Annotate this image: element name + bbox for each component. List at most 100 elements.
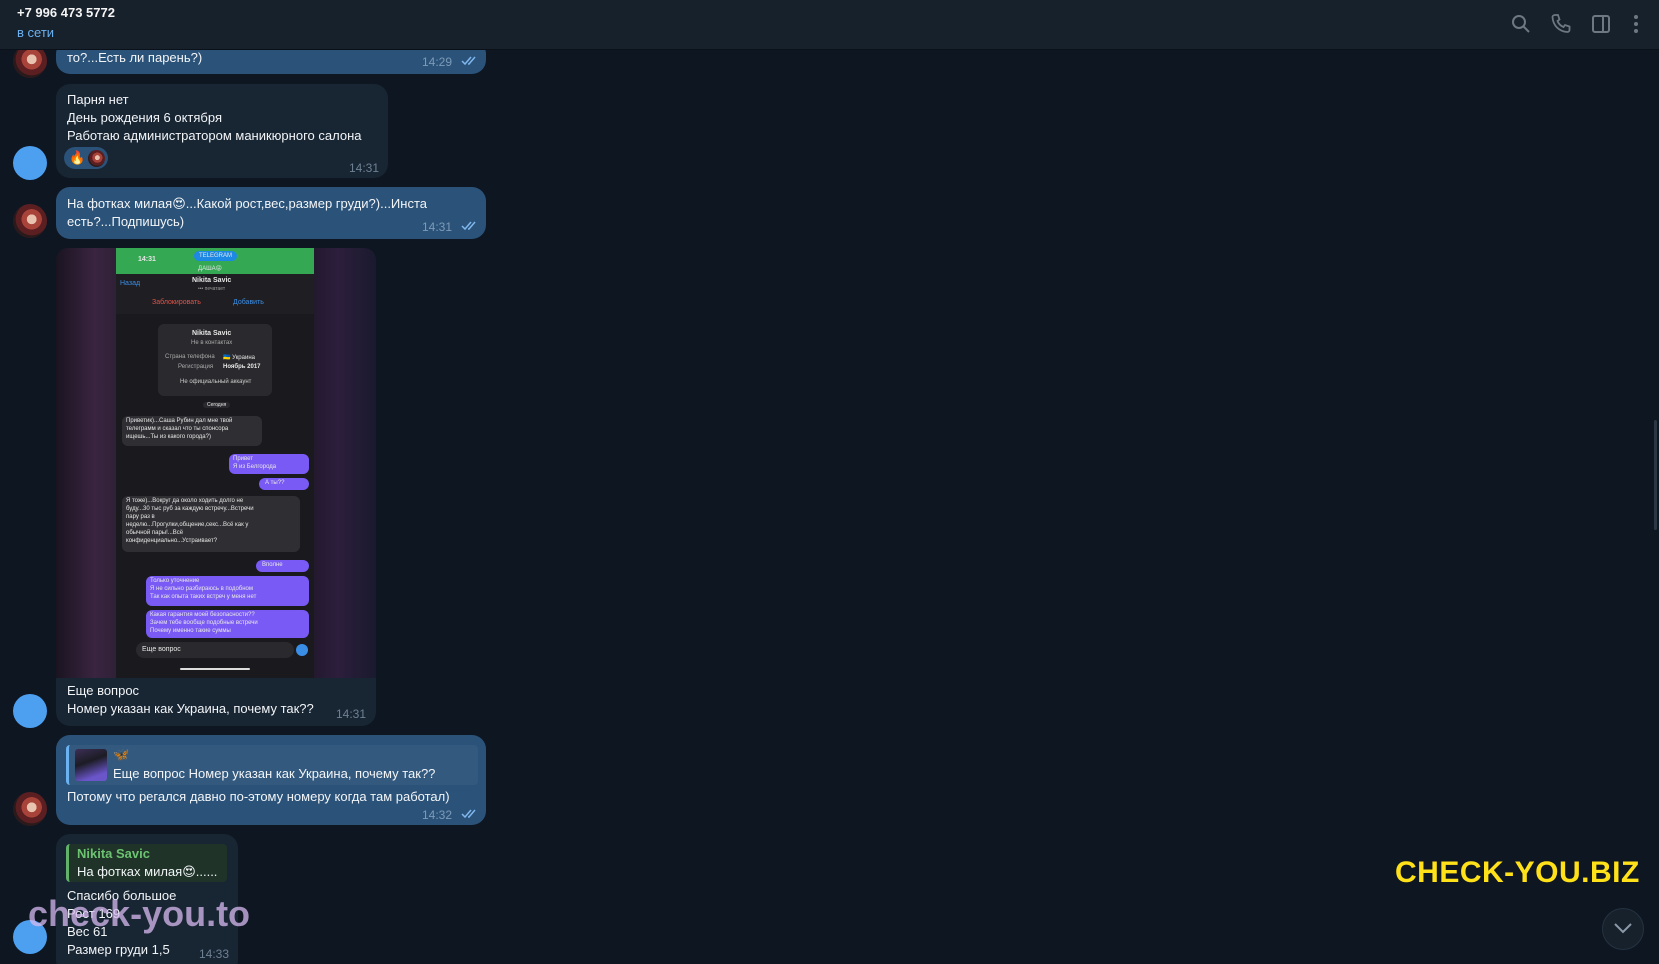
bubble-line: Какая гарантия моей безопасности?? <box>150 612 255 618</box>
bubble-line: Так как опыта таких встреч у меня нет <box>150 594 257 600</box>
phone-time: 14:31 <box>138 256 156 263</box>
sidebar-toggle-icon[interactable] <box>1589 12 1613 36</box>
message-bubble[interactable]: На фотках милая😍...Какой рост,вес,размер… <box>56 187 486 239</box>
bubble-line: Зачем тебе вообще подобные встречи <box>150 620 258 626</box>
phone-bubble-out: Только уточнение Я не сильно разбираюсь … <box>146 576 309 606</box>
message-list[interactable]: то?...Есть ли парень?) 14:29 Парня нет Д… <box>0 50 1659 964</box>
message-bubble[interactable]: то?...Есть ли парень?) 14:29 <box>56 50 486 74</box>
watermark-left: check-you.to <box>28 893 251 934</box>
message-bubble[interactable]: 🦋 Еще вопрос Номер указан как Украина, п… <box>56 735 486 825</box>
read-checks-icon <box>461 221 476 231</box>
typing-indicator: ••• печатает <box>198 286 226 292</box>
message-text: Потому что регался давно по-этому номеру… <box>67 789 450 804</box>
reg-label: Регистрация <box>178 364 214 370</box>
card-sub: Не в контактах <box>191 340 233 346</box>
phone-status-bar: 14:31 TELEGRAM ДАША😝 <box>116 248 314 274</box>
read-checks-icon <box>461 56 476 66</box>
message-line: День рождения 6 октября <box>67 110 222 125</box>
chevron-down-icon <box>1614 923 1632 934</box>
message-time: 14:31 <box>336 707 367 721</box>
phone-bubble-out: Какая гарантия моей безопасности?? Зачем… <box>146 610 309 638</box>
phone-bubble-out: А ты?? <box>259 478 309 490</box>
message-line: Еще вопрос <box>67 683 140 698</box>
phone-input-text: Еще вопрос <box>142 646 181 653</box>
reply-thumbnail <box>75 749 107 781</box>
message-time: 14:31 <box>422 220 453 234</box>
message-line: Номер указан как Украина, почему так?? <box>67 701 314 716</box>
phone-chat-header: Назад Nikita Savic ••• печатает Заблокир… <box>116 274 314 314</box>
avatar[interactable] <box>13 146 47 180</box>
scrollbar[interactable] <box>1654 420 1657 530</box>
home-indicator <box>180 668 250 670</box>
message-text: то?...Есть ли парень?) <box>67 50 203 65</box>
chat-folder-label: ДАША😝 <box>198 266 222 272</box>
avatar[interactable] <box>13 204 47 238</box>
contact-status: в сети <box>17 25 55 40</box>
bubble-line: Я не сильно разбираюсь в подобном <box>150 586 254 592</box>
bubble-line: ищешь...Ты из какого города?) <box>126 434 211 440</box>
bubble-line: А ты?? <box>265 480 285 486</box>
country-label: Страна телефона <box>165 354 215 360</box>
reply-preview[interactable]: Nikita Savic На фотках милая😍...... <box>66 844 227 882</box>
phone-screenshot: 14:31 TELEGRAM ДАША😝 Назад Nikita Savic … <box>116 248 314 678</box>
watermark-right: CHECK-YOU.BIZ <box>1395 856 1640 889</box>
message-time: 14:32 <box>422 808 453 822</box>
bubble-line: неделю...Прогулки,общение,секс...Всё как… <box>126 522 249 528</box>
reply-sender: Nikita Savic <box>77 846 150 861</box>
bubble-line: Приветик)...Саша Рубин дал мне твой <box>126 418 233 424</box>
more-vertical-icon[interactable] <box>1624 12 1648 36</box>
message-time: 14:29 <box>422 55 453 69</box>
message-time: 14:31 <box>349 161 380 175</box>
reply-preview[interactable]: 🦋 Еще вопрос Номер указан как Украина, п… <box>66 745 478 785</box>
message-line: На фотках милая😍...Какой рост,вес,размер… <box>67 196 427 211</box>
phone-contact-name: Nikita Savic <box>192 277 232 284</box>
fire-reaction-icon: 🔥 <box>69 150 86 165</box>
chat-header: +7 996 473 5772 в сети <box>0 0 1659 50</box>
reply-sender: 🦋 <box>113 747 130 762</box>
scroll-down-button[interactable] <box>1602 908 1644 950</box>
reg-value: Ноябрь 2017 <box>223 364 261 370</box>
reactor-avatar <box>88 150 105 167</box>
avatar[interactable] <box>13 792 47 826</box>
back-link: Назад <box>120 280 141 287</box>
bubble-line: обычной пары!...Всё <box>126 530 184 536</box>
bubble-line: Только уточнение <box>150 578 200 584</box>
bubble-line: Я из Белгорода <box>233 464 277 470</box>
message-bubble[interactable]: Еще вопрос Номер указан как Украина, поч… <box>56 678 376 726</box>
unofficial-label: Не официальный аккаунт <box>180 379 252 385</box>
phone-input-field: Еще вопрос <box>136 642 294 658</box>
add-label: Добавить <box>233 299 264 306</box>
bubble-line: пару раз в <box>126 514 155 520</box>
phone-send-icon <box>296 644 308 656</box>
bubble-line: конфиденциально...Устраивает? <box>126 538 218 544</box>
bubble-line: Вполне <box>262 562 283 568</box>
reply-text: На фотках милая😍...... <box>77 864 218 879</box>
read-checks-icon <box>461 809 476 819</box>
country-value: 🇺🇦 Украина <box>223 355 255 361</box>
avatar[interactable] <box>13 50 47 78</box>
search-icon[interactable] <box>1509 12 1533 36</box>
bubble-line: телеграмм и сказал что ты спонсора <box>126 426 229 432</box>
card-name: Nikita Savic <box>192 330 232 337</box>
block-label: Заблокировать <box>152 299 201 306</box>
message-line: есть?...Подпишусь) <box>67 214 185 229</box>
bubble-line: Я тоже)...Вокруг да около ходить долго н… <box>126 498 244 504</box>
telegram-banner: TELEGRAM <box>194 251 238 261</box>
phone-bubble-in: Приветик)...Саша Рубин дал мне твой теле… <box>122 416 262 446</box>
message-line: Парня нет <box>67 92 129 107</box>
avatar[interactable] <box>13 694 47 728</box>
contact-name[interactable]: +7 996 473 5772 <box>17 5 115 20</box>
phone-bubble-out: Привет Я из Белгорода <box>229 454 309 474</box>
date-separator: Сегодня <box>203 402 231 408</box>
bubble-line: Привет <box>233 456 254 462</box>
contact-info-card: Nikita Savic Не в контактах Страна телеф… <box>158 324 272 396</box>
message-line: Размер груди 1,5 <box>67 942 170 957</box>
bubble-line: Почему именно такие суммы <box>150 628 231 634</box>
phone-icon[interactable] <box>1549 12 1573 36</box>
phone-bubble-in: Я тоже)...Вокруг да около ходить долго н… <box>122 496 300 552</box>
message-line: Работаю администратором маникюрного сало… <box>67 128 362 143</box>
reply-text: Еще вопрос Номер указан как Украина, поч… <box>113 766 436 781</box>
bubble-line: буду...30 тыс руб за каждую встречу...Вс… <box>126 506 254 512</box>
message-time: 14:33 <box>199 947 230 961</box>
attached-photo[interactable]: 14:31 TELEGRAM ДАША😝 Назад Nikita Savic … <box>56 248 376 678</box>
